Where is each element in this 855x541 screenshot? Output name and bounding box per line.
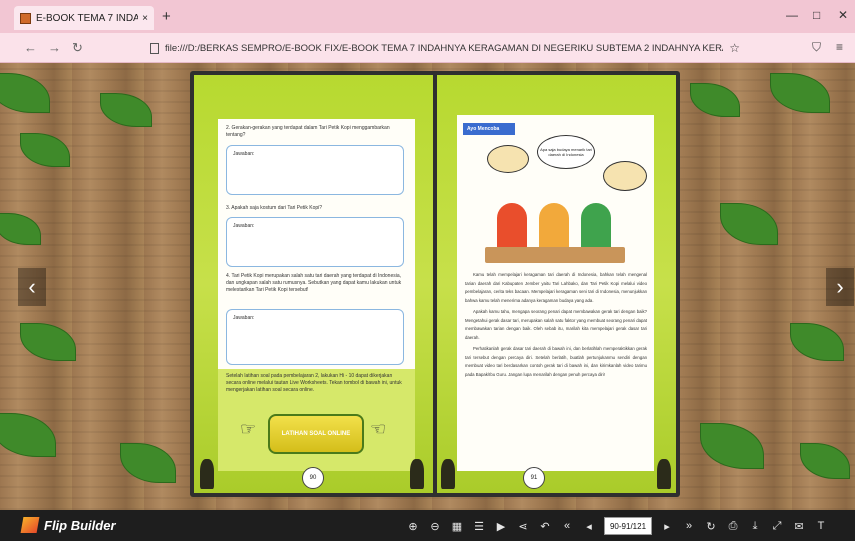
forward-button[interactable]: → (48, 40, 61, 55)
tab-bar: E-BOOK TEMA 7 INDAHNYA KE × + — □ ✕ (0, 0, 855, 33)
lesson-text: Kamu telah mempelajari keragaman tari da… (465, 271, 647, 382)
ivy-leaf-decoration (0, 213, 41, 245)
children-illustration (485, 185, 625, 263)
page-number: 90 (302, 467, 324, 489)
ivy-leaf-decoration (700, 423, 764, 469)
left-page[interactable]: 2. Gerakan-gerakan yang terdapat dalam T… (194, 75, 433, 493)
previous-page-arrow[interactable]: ‹ (18, 268, 46, 306)
zoom-in-icon[interactable]: ⊕ (404, 517, 422, 535)
undo-icon[interactable]: ↶ (536, 517, 554, 535)
answer-box-4[interactable]: Jawaban: (226, 309, 404, 365)
dancer-illustration (441, 459, 455, 489)
ivy-leaf-decoration (800, 443, 850, 479)
question-2: 2. Gerakan-gerakan yang terdapat dalam T… (226, 125, 390, 138)
maximize-button[interactable]: □ (813, 8, 820, 22)
url-text: file:///D:/BERKAS SEMPRO/E-BOOK FIX/E-BO… (165, 42, 723, 54)
tab-close-button[interactable]: × (142, 13, 148, 24)
favicon-icon (20, 12, 31, 24)
ivy-leaf-decoration (0, 413, 56, 457)
open-book[interactable]: 2. Gerakan-gerakan yang terdapat dalam T… (190, 71, 680, 497)
email-icon[interactable]: ✉ (790, 517, 808, 535)
print-icon[interactable]: ⎙ (724, 517, 742, 535)
ivy-leaf-decoration (770, 73, 830, 113)
browser-window: E-BOOK TEMA 7 INDAHNYA KE × + — □ ✕ ← → … (0, 0, 855, 541)
minimize-button[interactable]: — (786, 8, 798, 22)
paragraph: Kamu telah mempelajari keragaman tari da… (465, 272, 647, 303)
next-page-icon[interactable]: ▸ (658, 517, 676, 535)
page-number: 91 (523, 467, 545, 489)
menu-button[interactable]: ≡ (836, 40, 843, 54)
section-header: Ayo Mencoba (463, 123, 515, 135)
autoplay-icon[interactable]: ▶ (492, 517, 510, 535)
question-3: 3. Apakah saja kostum dari Tari Petik Ko… (226, 205, 323, 211)
ivy-leaf-decoration (120, 443, 176, 483)
right-page[interactable]: Ayo Mencoba Apa saja budaya menarik tari… (437, 75, 676, 493)
thumbnails-icon[interactable]: ▦ (448, 517, 466, 535)
text-icon[interactable]: T (812, 517, 830, 535)
browser-tab[interactable]: E-BOOK TEMA 7 INDAHNYA KE × (14, 6, 154, 30)
table-of-contents-icon[interactable]: ☰ (470, 517, 488, 535)
file-icon (150, 42, 159, 54)
ivy-leaf-decoration (20, 133, 70, 167)
content-sheet: Ayo Mencoba Apa saja budaya menarik tari… (457, 115, 654, 471)
ivy-leaf-decoration (20, 323, 76, 361)
ivy-leaf-decoration (0, 73, 50, 113)
flipbook-toolbar: Flip Builder ⊕ ⊖ ▦ ☰ ▶ ⋖ ↶ « ◂ 90-91/121… (0, 510, 855, 541)
ivy-leaf-decoration (690, 83, 740, 117)
fullscreen-icon[interactable]: ⤢ (768, 517, 786, 535)
flipbook-viewer: ‹ › 2. Gerakan-gerakan yang terdapat dal… (0, 63, 855, 510)
brand-logo: Flip Builder (20, 517, 116, 533)
bookmark-star-icon[interactable]: ☆ (729, 41, 740, 55)
brand-name: Flip Builder (44, 517, 116, 533)
online-exercise-note: Setelah latihan soal pada pembelajaran 2… (226, 373, 402, 393)
close-window-button[interactable]: ✕ (838, 8, 848, 22)
answer-label: Jawaban: (233, 223, 255, 229)
previous-page-icon[interactable]: ◂ (580, 517, 598, 535)
worksheet: 2. Gerakan-gerakan yang terdapat dalam T… (218, 119, 415, 471)
next-page-arrow[interactable]: › (826, 268, 854, 306)
first-page-icon[interactable]: « (558, 517, 576, 535)
refresh-icon[interactable]: ↻ (702, 517, 720, 535)
address-bar[interactable]: file:///D:/BERKAS SEMPRO/E-BOOK FIX/E-BO… (150, 38, 740, 58)
navigation-bar: ← → ↻ file:///D:/BERKAS SEMPRO/E-BOOK FI… (0, 33, 855, 63)
answer-box-2[interactable]: Jawaban: (226, 145, 404, 195)
flip-builder-logo-icon (20, 517, 40, 533)
ivy-leaf-decoration (100, 93, 152, 127)
shield-icon[interactable]: ⛉ (812, 40, 821, 55)
toolbar-controls: ⊕ ⊖ ▦ ☰ ▶ ⋖ ↶ « ◂ 90-91/121 ▸ » ↻ ⎙ ⤓ ⤢ … (404, 516, 834, 536)
dancer-illustration (410, 459, 424, 489)
new-tab-button[interactable]: + (162, 8, 171, 25)
desk-illustration (485, 247, 625, 263)
paragraph: Perhatikanlah gerak dasar tari daerah di… (465, 346, 647, 377)
question-4: 4. Tari Petik Kopi merupakan salah satu … (226, 273, 402, 293)
ivy-leaf-decoration (720, 203, 778, 245)
pointing-hand-icon: ☜ (370, 419, 387, 439)
last-page-icon[interactable]: » (680, 517, 698, 535)
answer-label: Jawaban: (233, 151, 255, 157)
child-figure (539, 203, 569, 253)
dance-image-bubble (487, 145, 529, 173)
online-exercise-button[interactable]: LATIHAN SOAL ONLINE (268, 414, 364, 454)
download-icon[interactable]: ⤓ (746, 517, 764, 535)
page-indicator-input[interactable]: 90-91/121 (604, 517, 652, 535)
dancer-illustration (200, 459, 214, 489)
zoom-out-icon[interactable]: ⊖ (426, 517, 444, 535)
thought-bubble: Apa saja budaya menarik tari daerah di I… (537, 135, 595, 169)
pointing-hand-icon: ☞ (240, 419, 257, 439)
share-icon[interactable]: ⋖ (514, 517, 532, 535)
back-button[interactable]: ← (24, 40, 37, 55)
paragraph: Apakah kamu tahu, mengapa seorang penari… (465, 309, 647, 340)
reload-button[interactable]: ↻ (72, 40, 83, 56)
child-figure (497, 203, 527, 253)
child-figure (581, 203, 611, 253)
ivy-leaf-decoration (790, 323, 844, 361)
tab-title: E-BOOK TEMA 7 INDAHNYA KE (36, 12, 139, 24)
answer-label: Jawaban: (233, 315, 255, 321)
dancer-illustration (657, 459, 671, 489)
online-exercise-panel: Setelah latihan soal pada pembelajaran 2… (218, 369, 415, 471)
answer-box-3[interactable]: Jawaban: (226, 217, 404, 267)
